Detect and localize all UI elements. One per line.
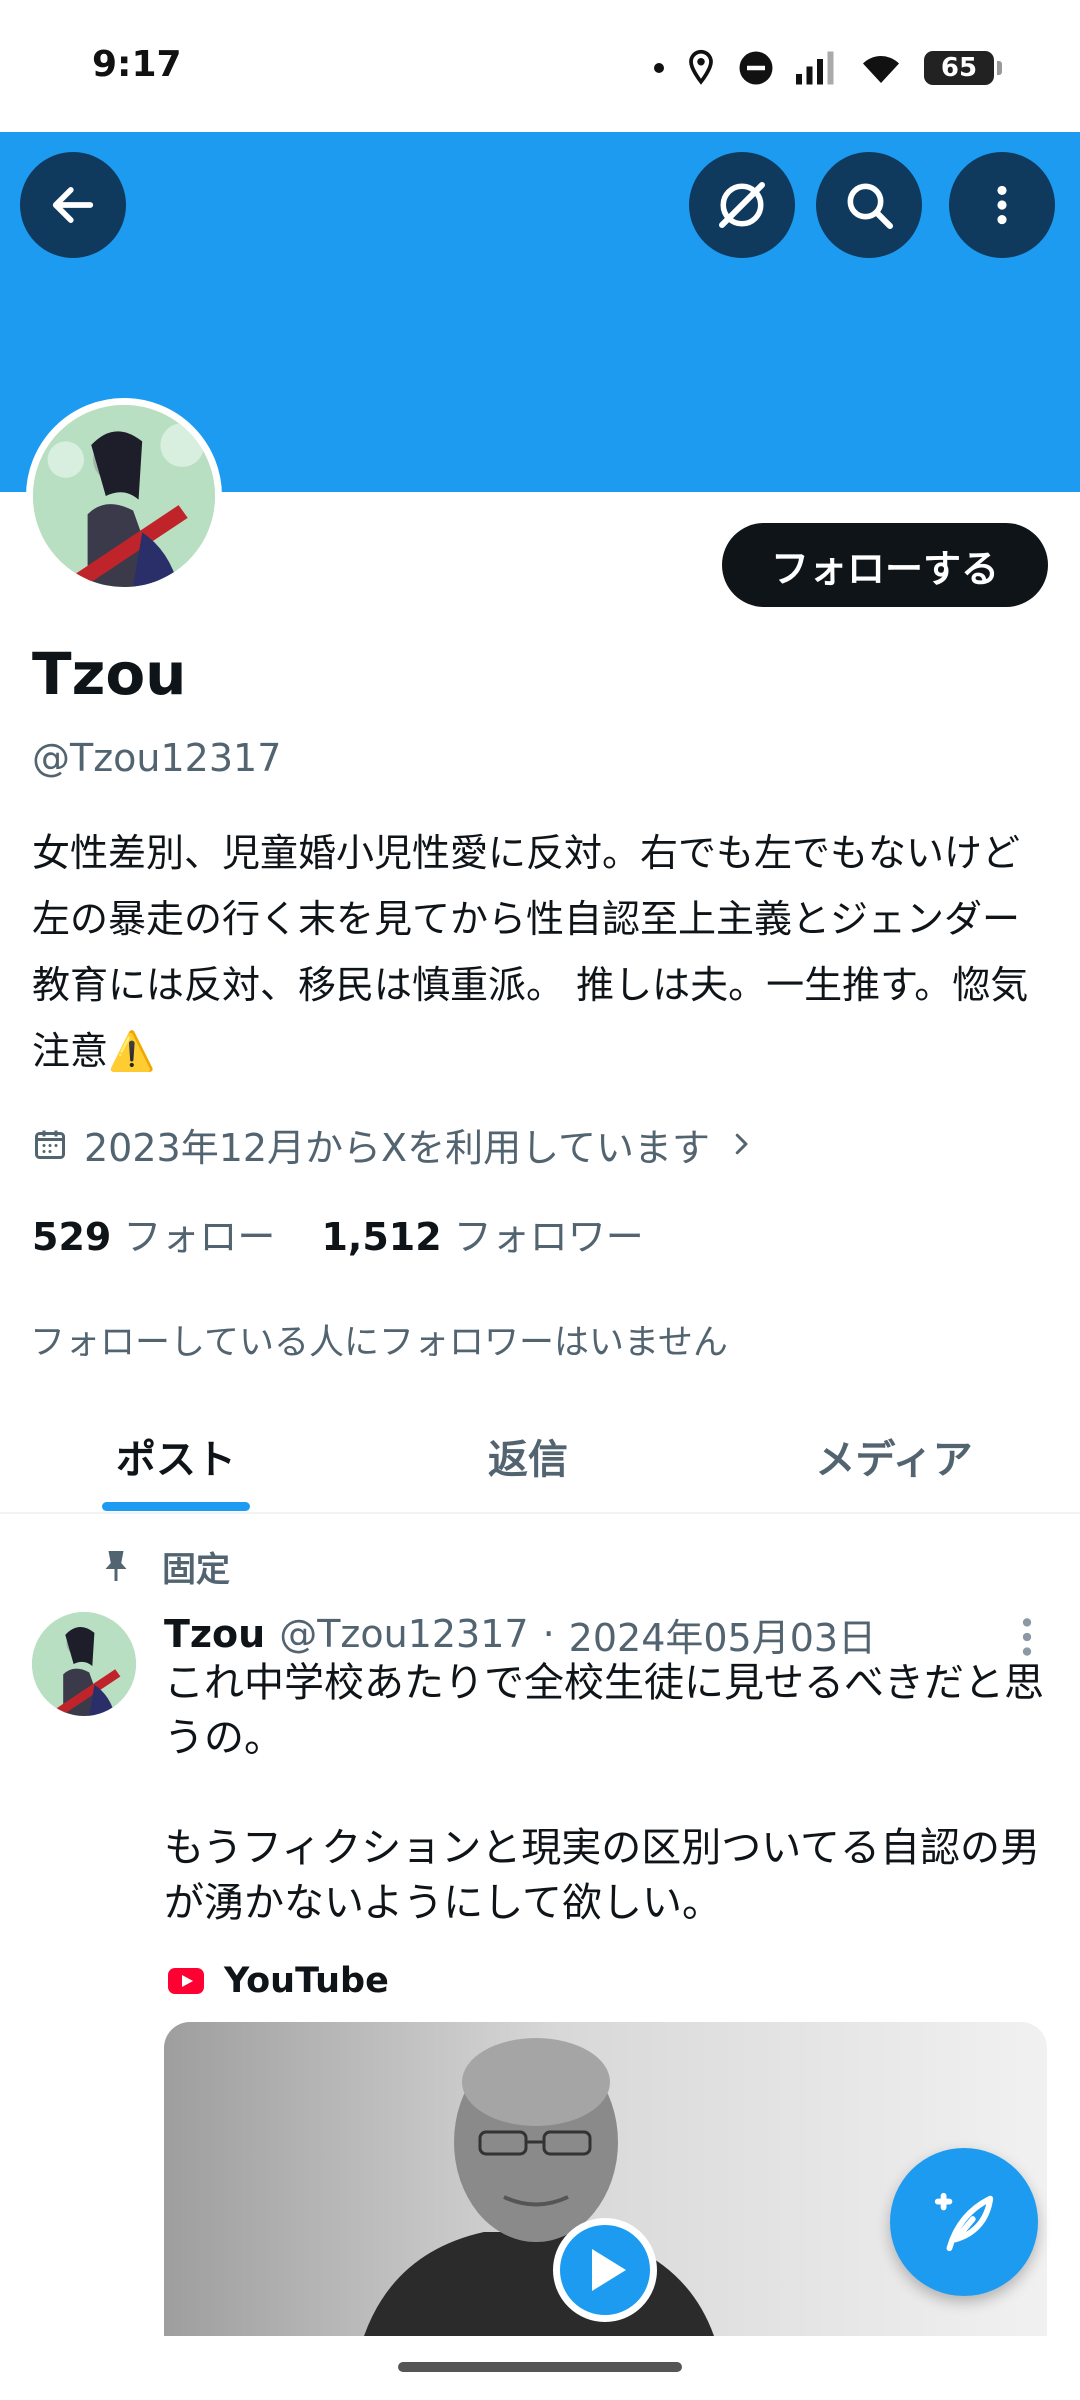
- search-button[interactable]: [816, 152, 922, 258]
- tweet-author-name[interactable]: Tzou: [164, 1612, 265, 1656]
- tweet-separator: ·: [542, 1612, 555, 1656]
- tweet-author-avatar[interactable]: [32, 1612, 136, 1716]
- avatar-image: [33, 405, 215, 587]
- youtube-logo-icon: [168, 1968, 204, 1994]
- profile-name: Tzou: [32, 640, 187, 708]
- home-indicator[interactable]: [398, 2362, 682, 2372]
- link-source[interactable]: YouTube: [168, 1956, 389, 2006]
- notification-dot-icon: [654, 63, 664, 73]
- signal-icon: [796, 51, 834, 85]
- play-icon[interactable]: [553, 2218, 657, 2322]
- tweet-more-button[interactable]: [1012, 1612, 1042, 1662]
- joined-date-row[interactable]: 2023年12月からXを利用しています: [32, 1116, 756, 1172]
- followers-link[interactable]: 1,512 フォロワー: [321, 1206, 643, 1261]
- more-options-button[interactable]: [949, 152, 1055, 258]
- status-time: 9:17: [92, 44, 182, 85]
- arrow-left-icon: [52, 187, 94, 223]
- battery-level: 65: [940, 53, 978, 83]
- pinned-label: 固定: [162, 1549, 230, 1590]
- more-vertical-icon: [997, 185, 1007, 225]
- status-bar: 9:17 65: [0, 0, 1080, 132]
- followers-you-know: フォローしている人にフォロワーはいません: [30, 1323, 728, 1363]
- pin-icon: [105, 1551, 127, 1581]
- link-source-label: YouTube: [224, 1961, 389, 2001]
- tweet-text: これ中学校あたりで全校生徒に見せるべきだと思うの。 もうフィクションと現実の区別…: [164, 1660, 1044, 1926]
- active-tab-indicator: [102, 1502, 250, 1511]
- grok-button[interactable]: [689, 152, 795, 258]
- tab-media[interactable]: メディア: [776, 1400, 1012, 1512]
- pinned-label-row: 固定: [100, 1538, 230, 1594]
- status-icons: 65: [654, 42, 1002, 94]
- back-button[interactable]: [20, 152, 126, 258]
- following-link[interactable]: 529 フォロー: [32, 1206, 275, 1261]
- do-not-disturb-icon: [739, 51, 773, 85]
- follow-counts: 529 フォロー 1,512 フォロワー: [32, 1206, 644, 1261]
- profile-tabs: ポスト 返信 メディア: [0, 1400, 1080, 1514]
- more-vertical-icon: [1022, 1618, 1032, 1656]
- location-icon: [689, 49, 713, 85]
- followers-count: 1,512: [321, 1215, 442, 1259]
- follow-button[interactable]: フォローする: [722, 523, 1048, 607]
- avatar-image-small: [32, 1612, 136, 1716]
- joined-text: 2023年12月からXを利用しています: [84, 1125, 710, 1170]
- following-count: 529: [32, 1215, 112, 1259]
- search-icon: [847, 183, 894, 230]
- following-label: フォロー: [123, 1215, 276, 1259]
- profile-bio: 女性差別、児童婚小児性愛に反対。右でも左でもないけど左の暴走の行く末を見てから性…: [32, 831, 1029, 1073]
- compose-post-button[interactable]: [890, 2148, 1038, 2296]
- tweet-header: Tzou @Tzou12317 · 2024年05月03日: [164, 1606, 876, 1662]
- tweet-author-handle[interactable]: @Tzou12317: [279, 1612, 528, 1656]
- followers-label: フォロワー: [453, 1215, 644, 1259]
- tweet-date[interactable]: 2024年05月03日: [569, 1607, 876, 1662]
- tab-posts[interactable]: ポスト: [60, 1400, 292, 1512]
- compose-post-icon: [934, 2192, 994, 2252]
- tab-replies[interactable]: 返信: [412, 1400, 644, 1512]
- chevron-right-icon: [735, 1133, 748, 1155]
- calendar-icon: [35, 1130, 65, 1159]
- battery-icon: 65: [924, 51, 1002, 85]
- grok-icon: [719, 182, 765, 228]
- wifi-icon: [863, 56, 899, 83]
- profile-avatar[interactable]: [26, 398, 222, 594]
- profile-handle: @Tzou12317: [32, 736, 282, 780]
